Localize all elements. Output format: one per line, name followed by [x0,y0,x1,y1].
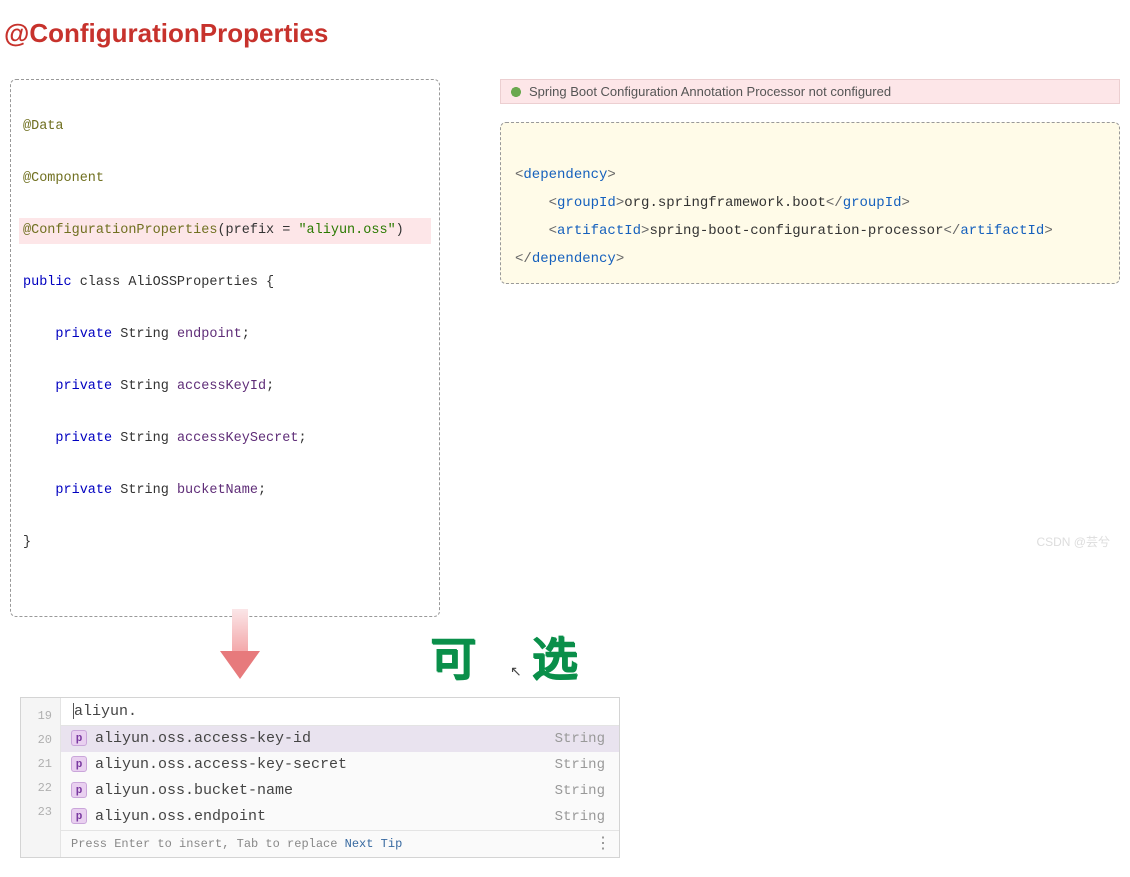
next-tip-link[interactable]: Next Tip [345,837,403,851]
property-badge-icon: p [71,782,87,798]
property-badge-icon: p [71,808,87,824]
autocomplete-popup: 19 20 21 22 23 aliyun. paliyun.oss.acces… [20,697,620,858]
annotation-component: @Component [23,171,104,186]
autocomplete-option[interactable]: paliyun.oss.endpoint String [61,804,619,830]
spring-icon [509,85,523,99]
property-badge-icon: p [71,756,87,772]
autocomplete-option[interactable]: paliyun.oss.access-key-id String [61,726,619,752]
cursor-icon: ↖ [510,663,522,680]
popup-hint: Press Enter to insert, Tab to replace Ne… [61,830,619,857]
more-icon[interactable]: ⋮ [595,839,609,849]
page-title: @ConfigurationProperties [4,18,1120,49]
arrow-down-icon [222,609,258,679]
xml-dependency-block: <dependency> <groupId>org.springframewor… [500,122,1120,284]
property-badge-icon: p [71,730,87,746]
java-code-block: @Data @Component @ConfigurationPropertie… [10,79,440,617]
annotation-data: @Data [23,119,64,134]
autocomplete-option[interactable]: paliyun.oss.bucket-name String [61,778,619,804]
line-gutter: 19 20 21 22 23 [21,698,61,857]
watermark: CSDN @芸兮 [1036,533,1110,550]
autocomplete-option[interactable]: paliyun.oss.access-key-secret String [61,752,619,778]
typed-input[interactable]: aliyun. [61,698,619,726]
warning-bar: Spring Boot Configuration Annotation Pro… [500,79,1120,104]
annotation-config-props-line: @ConfigurationProperties(prefix = "aliyu… [19,218,431,244]
warning-text: Spring Boot Configuration Annotation Pro… [529,84,891,99]
